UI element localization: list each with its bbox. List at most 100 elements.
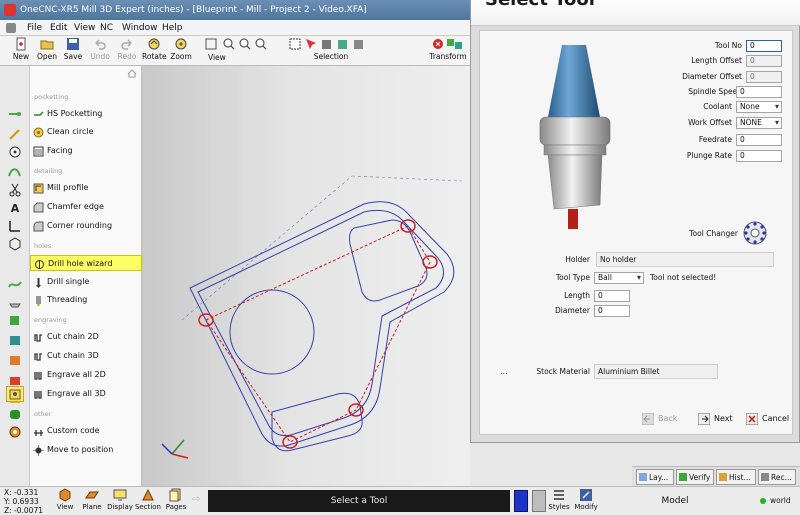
pencil-icon [9,129,20,140]
cam-icon [10,356,20,365]
tool-changer-icon[interactable] [742,220,768,246]
spindle-speed-input[interactable]: 0 [736,86,782,98]
status-view-button[interactable]: View [54,488,76,511]
palette-block-tool[interactable] [6,332,24,348]
op-cut-chain-2d[interactable]: Cut chain 2D [30,329,142,345]
palette-line-tool[interactable] [6,106,24,122]
menu-edit[interactable]: Edit [50,20,67,36]
palette-shell-tool[interactable] [6,294,24,310]
palette-cut-tool[interactable] [6,182,24,198]
next-button[interactable]: Next [698,411,733,427]
stock-browse-button[interactable]: ... [500,367,508,376]
palette-cam-tool[interactable] [6,352,24,368]
palette-surface-tool[interactable] [6,276,24,292]
length-input[interactable]: 0 [594,290,630,302]
scissors-icon [9,183,21,197]
status-arrow-icon[interactable]: ⇨ [192,494,200,505]
tab-layers[interactable]: Lay... [636,469,674,485]
stock-material-field[interactable]: Aluminium Billet [594,364,718,379]
transform-button[interactable]: Transform [428,37,468,61]
styles-icon [554,490,564,500]
tool-warning-text: Tool not selected! [650,273,717,282]
palette-dimension-tool[interactable] [6,218,24,234]
palette-draw-tool[interactable] [6,126,24,142]
op-drill-hole-wizard[interactable]: Drill hole wizard [30,255,142,271]
color-swatch-grey[interactable] [532,490,546,512]
menu-file[interactable]: File [27,20,42,36]
diameter-input[interactable]: 0 [594,305,630,317]
redo-button[interactable]: Redo [116,37,138,61]
op-chamfer-edge[interactable]: Chamfer edge [30,199,142,215]
menu-view[interactable]: View [74,20,95,36]
cancel-button[interactable]: Cancel [746,411,789,427]
work-offset-select[interactable]: NONE [736,117,782,129]
op-corner-rounding[interactable]: Corner rounding [30,218,142,234]
selection-button-group[interactable]: Selection [286,37,376,61]
op-move-to-position[interactable]: Move to position [30,442,142,458]
new-button[interactable]: New [10,37,32,61]
undo-button[interactable]: Undo [88,37,112,61]
command-prompt: Select a Tool [208,490,510,512]
coord-y: Y: 0.6933 [4,497,39,506]
open-button[interactable]: Open [36,37,58,61]
palette-settings-tool[interactable] [6,424,24,440]
op-custom-code[interactable]: Custom code [30,423,142,439]
op-mill-profile[interactable]: Mill profile [30,180,142,196]
tab-history[interactable]: Hist... [716,469,756,485]
stock-material-label: Stock Material [536,367,590,376]
coolant-select[interactable]: None [736,101,782,113]
rotate-button[interactable]: Rotate [142,37,167,61]
status-pages-button[interactable]: Pages [164,488,188,511]
tool-type-select[interactable]: Ball [594,272,644,284]
op-cut-chain-3d[interactable]: Cut chain 3D [30,348,142,364]
status-display-button[interactable]: Display [106,488,134,511]
tool-no-input[interactable]: 0 [746,40,782,52]
status-modify-button[interactable]: Modify [574,488,598,511]
color-swatch-blue[interactable] [514,490,528,512]
holder-field[interactable]: No holder [596,252,774,267]
length-offset-input[interactable]: 0 [746,55,782,67]
part-inner-contour [197,209,444,437]
view-button-group[interactable]: View [204,37,282,62]
tab-records[interactable]: Rec... [758,469,796,485]
next-arrow-icon [698,413,710,425]
display-icon [113,489,127,501]
tab-verify[interactable]: Verify [676,469,714,485]
op-engrave-all-2d[interactable]: Engrave all 2D [30,367,142,383]
plunge-rate-input[interactable]: 0 [736,150,782,162]
save-button[interactable]: Save [62,37,84,61]
palette-circle-tool[interactable] [6,144,24,160]
drill-hole[interactable] [282,435,298,449]
menu-window[interactable]: Window [122,20,158,36]
world-indicator[interactable]: world [760,490,791,512]
op-clean-circle[interactable]: Clean circle [30,124,142,140]
home-icon[interactable] [127,69,137,78]
op-facing[interactable]: Facing [30,143,142,159]
menu-help[interactable]: Help [162,20,183,36]
op-threading[interactable]: Threading [30,292,142,308]
drill-hole[interactable] [422,255,438,269]
status-styles-button[interactable]: Styles [548,488,570,511]
zoom-icon [175,38,187,50]
window-titlebar: OneCNC-XR5 Mill 3D Expert (inches) - [Bl… [0,0,470,20]
palette-box-tool[interactable] [6,312,24,328]
section-label-holes: holes [34,242,52,250]
feedrate-input[interactable]: 0 [736,134,782,146]
zoom-button[interactable]: Zoom [170,37,192,61]
palette-curve-tool[interactable] [6,164,24,180]
model-space-button[interactable]: Model [630,490,720,512]
palette-mill-operations[interactable] [6,386,24,402]
palette-solid-tool[interactable] [6,236,24,252]
op-hs-pocketting[interactable]: HS Pocketting [30,106,142,122]
status-section-button[interactable]: Section [134,488,162,511]
menu-nc[interactable]: NC [100,20,113,36]
back-button[interactable]: Back [642,411,677,427]
op-engrave-all-3d[interactable]: Engrave all 3D [30,386,142,402]
op-drill-single[interactable]: Drill single [30,274,142,290]
status-plane-button[interactable]: Plane [80,488,104,511]
diameter-offset-input[interactable]: 0 [746,71,782,83]
dialog-body: Tool No 0 Length Offset 0 Diameter Offse… [479,30,793,435]
palette-fixture-tool[interactable] [6,406,24,422]
graphics-viewport[interactable] [142,66,470,486]
palette-text-tool[interactable]: A [6,200,24,216]
